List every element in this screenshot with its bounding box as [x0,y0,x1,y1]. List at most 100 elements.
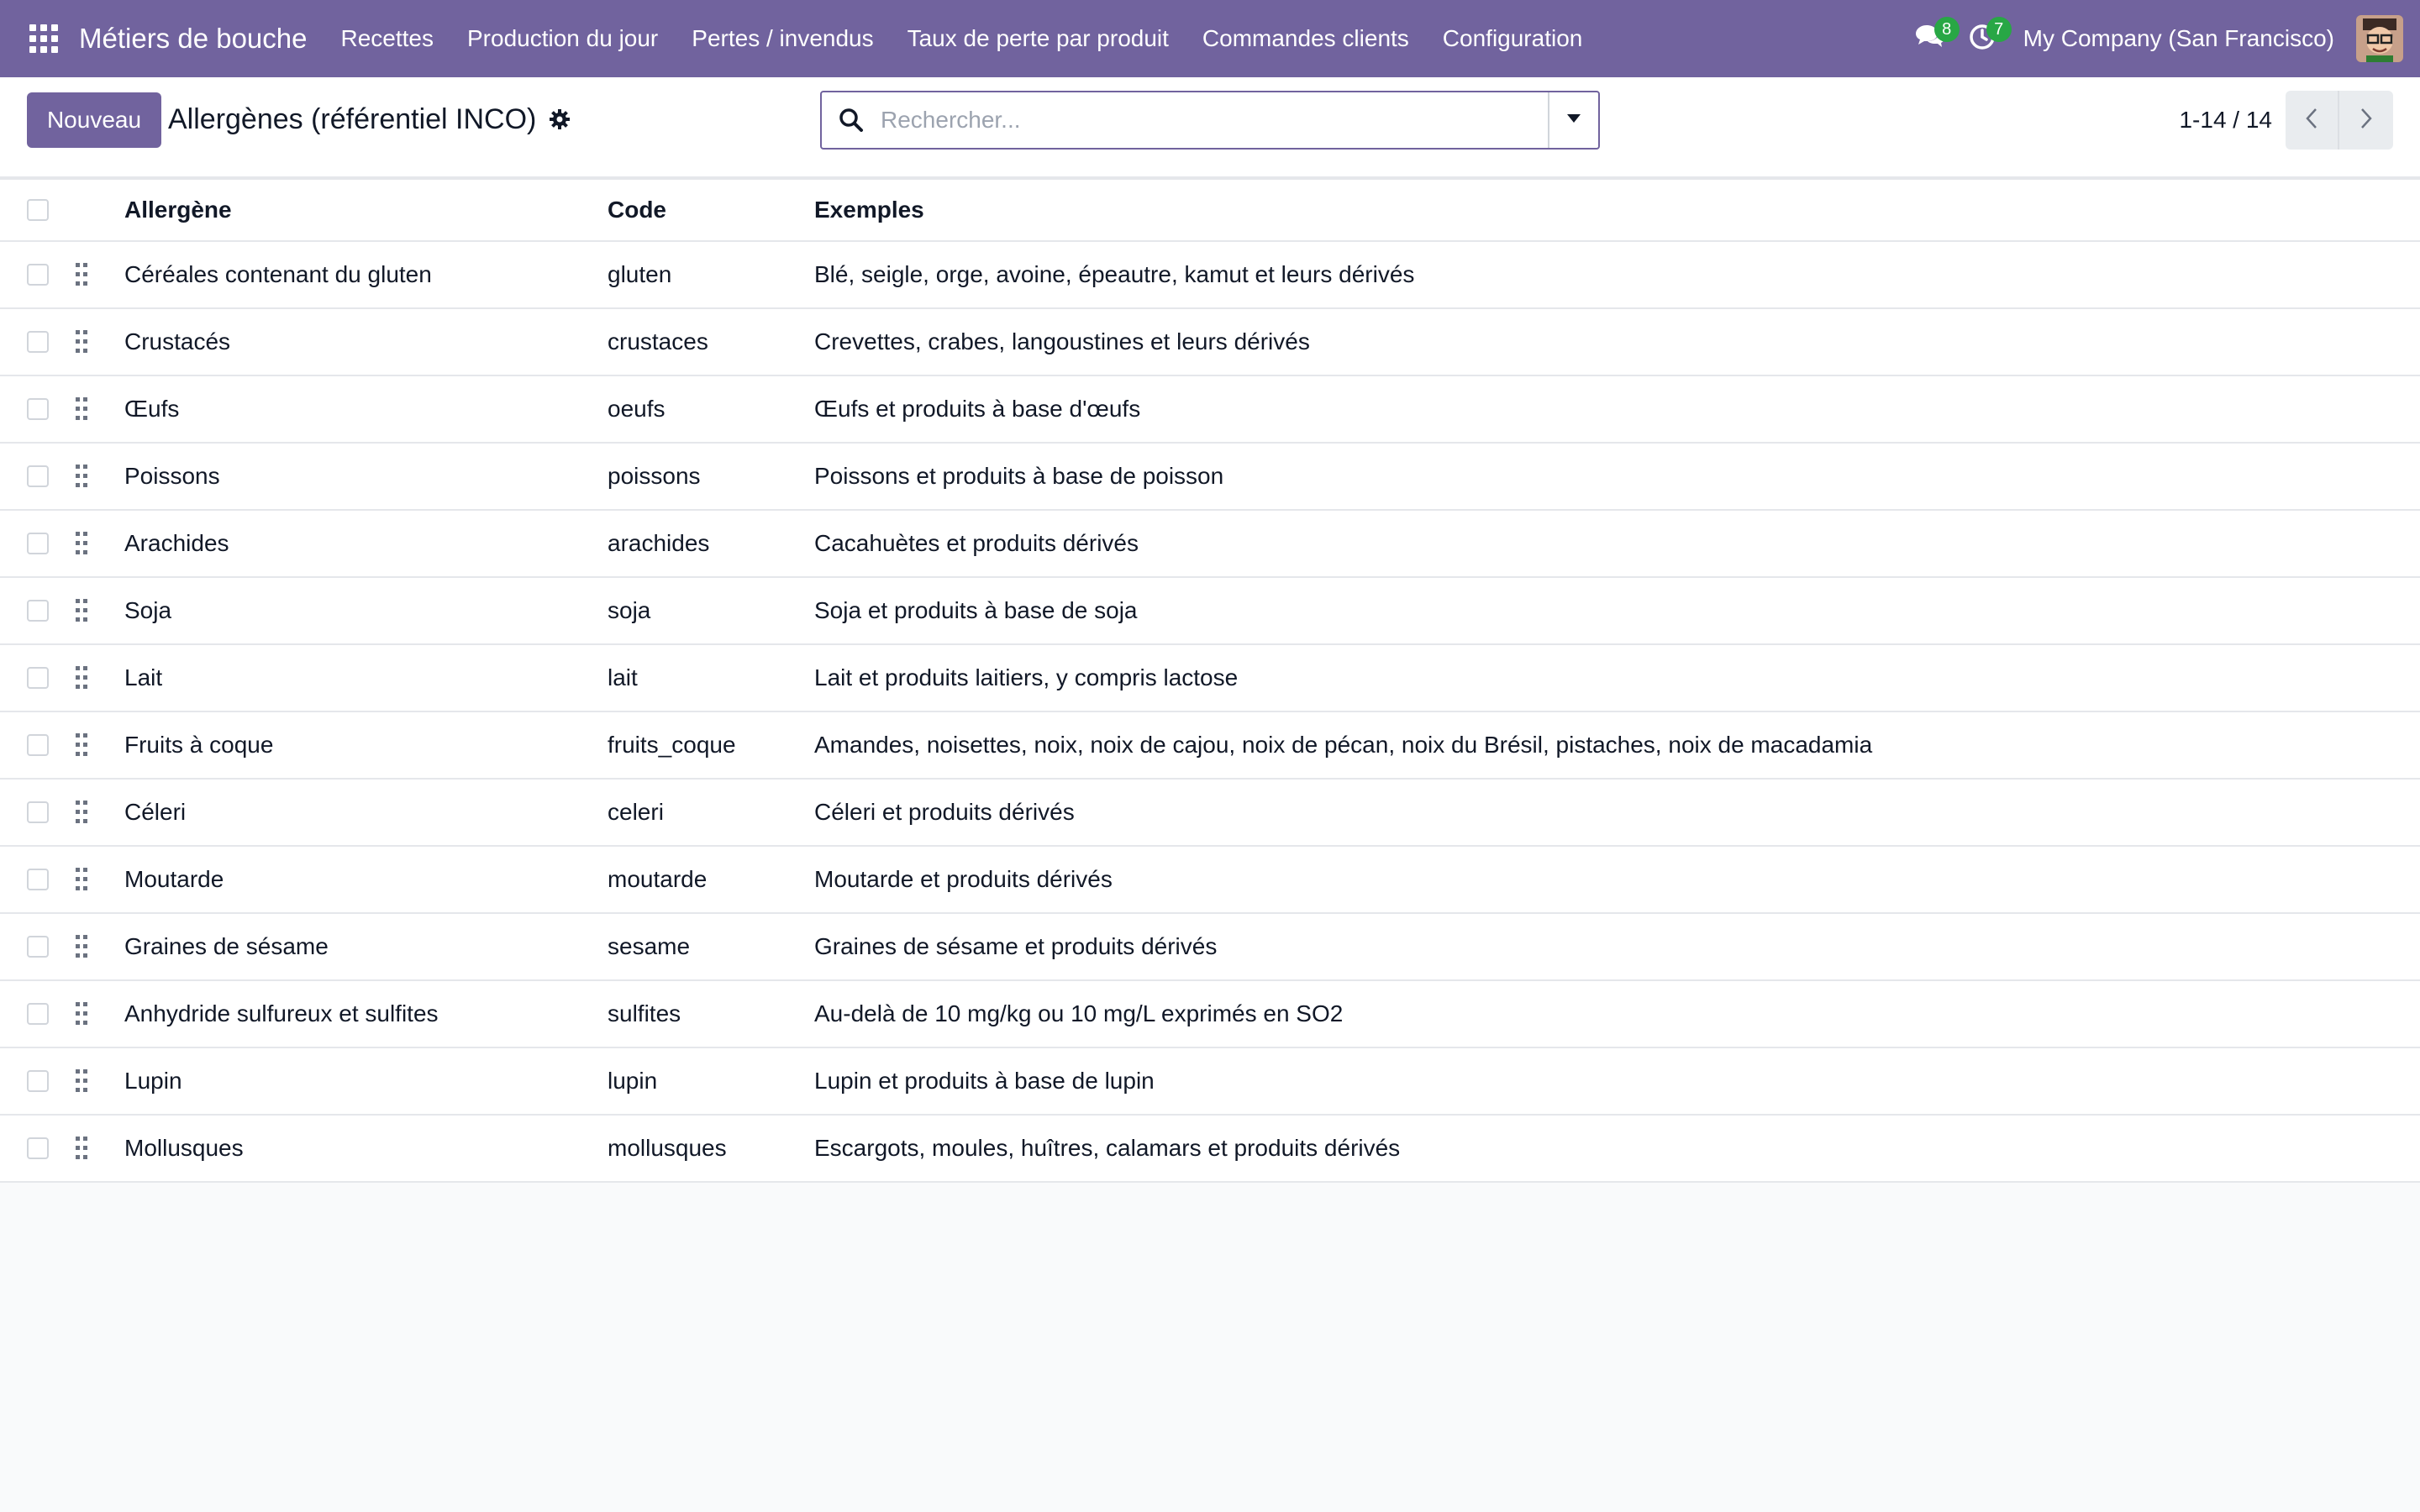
allergen-code-cell: poissons [608,463,701,489]
pager-value[interactable]: 1-14 / 14 [2179,107,2272,134]
drag-handle-icon[interactable] [76,330,124,354]
allergen-examples-cell: Moutarde et produits dérivés [814,866,1113,892]
row-checkbox[interactable] [27,1137,49,1159]
top-navbar: Métiers de bouche Recettes Production du… [0,0,2420,77]
allergen-code-cell: sesame [608,933,691,959]
menu-item-commandes[interactable]: Commandes clients [1186,25,1426,52]
row-checkbox[interactable] [27,465,49,487]
table-row[interactable]: Mollusques mollusques Escargots, moules, h… [0,1116,2420,1183]
row-checkbox[interactable] [27,734,49,756]
menu-item-pertes[interactable]: Pertes / invendus [675,25,890,52]
menu-item-configuration[interactable]: Configuration [1426,25,1600,52]
breadcrumb: Allergènes (référentiel INCO) [168,77,571,161]
row-checkbox[interactable] [27,264,49,286]
caret-down-icon [1566,113,1581,128]
drag-handle-icon[interactable] [76,532,124,555]
drag-handle-icon[interactable] [76,1137,124,1160]
row-checkbox[interactable] [27,533,49,554]
table-row[interactable]: Fruits à coque fruits_coque Amandes, noise… [0,712,2420,780]
new-button[interactable]: Nouveau [27,92,161,148]
table-row[interactable]: Lupin lupin Lupin et produits à base de lu… [0,1048,2420,1116]
allergen-name-cell: Soja [124,597,172,623]
allergen-examples-cell: Au-delà de 10 mg/kg ou 10 mg/L exprimés … [814,1000,1344,1026]
row-checkbox[interactable] [27,331,49,353]
table-row[interactable]: Crustacés crustaces Crevettes, crabes, lan… [0,309,2420,376]
allergen-examples-cell: Lupin et produits à base de lupin [814,1068,1155,1094]
chevron-right-icon [2360,108,2373,134]
messages-button[interactable]: 8 [1904,0,1960,77]
allergen-name-cell: Céréales contenant du gluten [124,261,432,287]
table-row[interactable]: Lait lait Lait et produits laitiers, y com… [0,645,2420,712]
table-row[interactable]: Céleri celeri Céleri et produits dérivés [0,780,2420,847]
table-row[interactable]: Moutarde moutarde Moutarde et produits dér… [0,847,2420,914]
row-select-cell [0,869,76,890]
drag-handle-icon[interactable] [76,801,124,824]
menu-item-taux-perte[interactable]: Taux de perte par produit [891,25,1186,52]
table-row[interactable]: Poissons poissons Poissons et produits à b… [0,444,2420,511]
allergen-code-cell: soja [608,597,651,623]
drag-handle-icon[interactable] [76,666,124,690]
search-bar [820,91,1600,150]
allergen-name-cell: Poissons [124,463,220,489]
drag-handle-icon[interactable] [76,1002,124,1026]
allergen-name-cell: Lait [124,664,163,690]
row-select-cell [0,600,76,622]
gear-icon[interactable] [548,108,571,131]
table-row[interactable]: Œufs oeufs Œufs et produits à base d'œufs [0,376,2420,444]
drag-handle-icon[interactable] [76,935,124,958]
drag-handle-icon[interactable] [76,733,124,757]
drag-handle-icon[interactable] [76,263,124,286]
row-checkbox[interactable] [27,801,49,823]
allergen-code-cell: oeufs [608,396,666,422]
activities-count-badge: 7 [1986,17,2012,42]
row-checkbox[interactable] [27,1003,49,1025]
row-checkbox[interactable] [27,936,49,958]
allergen-examples-cell: Œufs et produits à base d'œufs [814,396,1141,422]
chevron-left-icon [2305,108,2318,134]
table-row[interactable]: Anhydride sulfureux et sulfites sulfites A… [0,981,2420,1048]
allergen-examples-cell: Blé, seigle, orge, avoine, épeautre, kam… [814,261,1415,287]
table-row[interactable]: Graines de sésame sesame Graines de sésame… [0,914,2420,981]
search-options-toggle[interactable] [1548,92,1598,148]
row-checkbox[interactable] [27,869,49,890]
drag-handle-icon[interactable] [76,1069,124,1093]
row-checkbox[interactable] [27,667,49,689]
table-row[interactable]: Céréales contenant du gluten gluten Blé, s… [0,242,2420,309]
allergen-name-cell: Céleri [124,799,187,825]
allergen-name-cell: Moutarde [124,866,224,892]
row-select-cell [0,331,76,353]
app-name[interactable]: Métiers de bouche [79,23,308,55]
allergen-name-cell: Œufs [124,396,180,422]
allergen-examples-cell: Crevettes, crabes, langoustines et leurs… [814,328,1310,354]
menu-item-recettes[interactable]: Recettes [324,25,451,52]
column-header-code[interactable]: Code [608,197,814,223]
pager-next-button[interactable] [2339,91,2393,150]
row-select-cell [0,264,76,286]
column-header-name[interactable]: Allergène [124,197,608,223]
row-select-cell [0,465,76,487]
allergen-code-cell: gluten [608,261,672,287]
company-switcher[interactable]: My Company (San Francisco) [2023,25,2334,52]
activities-button[interactable]: 7 [1956,0,2012,77]
table-row[interactable]: Arachides arachides Cacahuètes et produits… [0,511,2420,578]
allergen-examples-cell: Cacahuètes et produits dérivés [814,530,1139,556]
row-select-cell [0,1070,76,1092]
drag-handle-icon[interactable] [76,599,124,622]
column-header-examples[interactable]: Exemples [814,197,2420,223]
row-checkbox[interactable] [27,1070,49,1092]
drag-handle-icon[interactable] [76,868,124,891]
menu-item-production[interactable]: Production du jour [450,25,675,52]
apps-grid-icon[interactable] [25,20,62,57]
drag-handle-icon[interactable] [76,465,124,488]
search-input[interactable] [881,95,1548,145]
select-all-checkbox[interactable] [27,199,49,221]
row-select-cell [0,734,76,756]
row-checkbox[interactable] [27,398,49,420]
pager-previous-button[interactable] [2286,91,2339,150]
user-avatar[interactable] [2356,15,2403,62]
allergen-examples-cell: Poissons et produits à base de poisson [814,463,1224,489]
table-row[interactable]: Soja soja Soja et produits à base de soja [0,578,2420,645]
row-checkbox[interactable] [27,600,49,622]
drag-handle-icon[interactable] [76,397,124,421]
systray: 8 7 My Company (San Francisco) [1904,0,2420,77]
